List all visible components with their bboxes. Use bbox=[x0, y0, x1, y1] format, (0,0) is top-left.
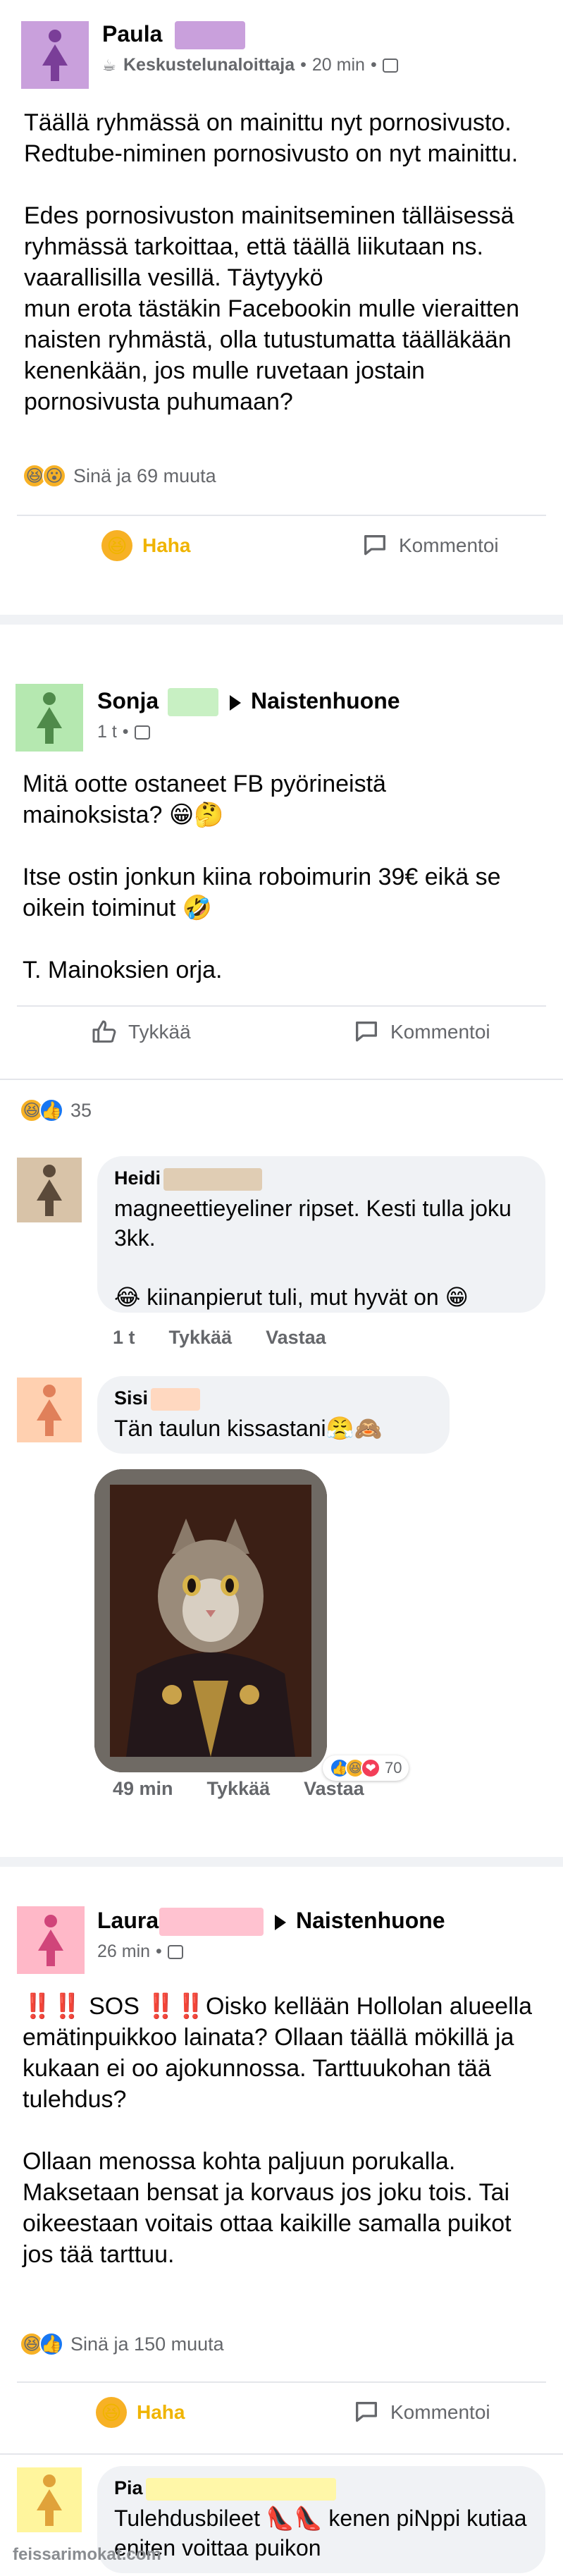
reaction-summary[interactable]: 😆 👍 Sinä ja 150 muuta bbox=[20, 2332, 224, 2356]
post-time[interactable]: 20 min bbox=[312, 55, 365, 75]
name-redaction bbox=[175, 21, 245, 49]
group-badge[interactable]: Keskustelunaloittaja bbox=[123, 55, 295, 75]
avatar[interactable] bbox=[17, 2467, 82, 2532]
comment-bubble[interactable]: Heidi magneettieyeliner ripset. Kesti tu… bbox=[97, 1156, 545, 1313]
reaction-count: 70 bbox=[385, 1759, 402, 1777]
cat-painting-image[interactable] bbox=[94, 1469, 327, 1772]
name-redaction bbox=[168, 688, 218, 716]
comment-text: magneettieyeliner ripset. Kesti tulla jo… bbox=[114, 1195, 512, 1310]
reaction-summary[interactable]: 😆 😮 Sinä ja 69 muuta bbox=[23, 464, 216, 488]
comment-time[interactable]: 49 min bbox=[113, 1778, 173, 1800]
divider bbox=[0, 2453, 563, 2455]
name-redaction bbox=[151, 1387, 201, 1411]
like-reaction-icon: 👍 bbox=[39, 1098, 63, 1122]
comment-reply-button[interactable]: Vastaa bbox=[304, 1778, 364, 1800]
post-text: ‼️‼️ SOS ‼️‼️Oisko kellään Hollolan alue… bbox=[23, 1993, 533, 2268]
author-name[interactable]: Paula bbox=[102, 21, 162, 47]
divider bbox=[17, 2381, 546, 2383]
reaction-summary[interactable]: 😆 👍 35 bbox=[20, 1098, 92, 1122]
reaction-text: Sinä ja 69 muuta bbox=[73, 465, 216, 486]
comment-author[interactable]: Sisi bbox=[114, 1387, 433, 1411]
group-privacy-icon bbox=[167, 1944, 183, 1959]
name-redaction bbox=[145, 2477, 336, 2501]
comment-bubble[interactable]: Sisi Tän taulun kissastani😤🙈 bbox=[97, 1376, 450, 1454]
avatar[interactable] bbox=[17, 1906, 85, 1974]
group-name[interactable]: Naistenhuone bbox=[262, 1908, 445, 1934]
comment-like-button[interactable]: Tykkää bbox=[169, 1327, 233, 1349]
like-button[interactable]: Tykkää bbox=[90, 1018, 191, 1046]
person-icon bbox=[37, 692, 62, 744]
wow-reaction-icon: 😮 bbox=[42, 464, 66, 488]
post-meta: ☕ Keskustelunaloittaja • 20 min • bbox=[102, 55, 398, 75]
avatar[interactable] bbox=[17, 1378, 82, 1442]
post-laura: Laura Naistenhuone 26 min • ‼️‼️ SOS ‼️‼… bbox=[0, 1867, 563, 2576]
post-paula: Paula ☕ Keskustelunaloittaja • 20 min • … bbox=[0, 0, 563, 585]
comment-button[interactable]: Kommentoi bbox=[352, 1018, 490, 1046]
avatar[interactable] bbox=[16, 684, 83, 752]
post-separator bbox=[0, 1857, 563, 1867]
post-meta: 26 min • bbox=[97, 1942, 183, 1962]
arrow-right-icon bbox=[275, 1914, 286, 1930]
comment-author[interactable]: Pia bbox=[114, 2477, 528, 2501]
post-text: Täällä ryhmässä on mainittu nyt pornosiv… bbox=[24, 109, 520, 415]
divider bbox=[17, 1005, 546, 1007]
person-icon bbox=[42, 30, 68, 81]
arrow-right-icon bbox=[230, 694, 241, 711]
reaction-text: Sinä ja 150 muuta bbox=[70, 2333, 224, 2355]
post-time[interactable]: 1 t bbox=[97, 722, 117, 742]
comment-text: Tulehdusbileet 👠👠 kenen piNppi kutiaa en… bbox=[114, 2505, 527, 2560]
person-icon bbox=[37, 1385, 62, 1436]
group-privacy-icon bbox=[134, 725, 150, 740]
haha-button[interactable]: 😆 Haha bbox=[96, 2397, 185, 2428]
post-meta: 1 t • bbox=[97, 722, 150, 742]
divider bbox=[17, 515, 546, 516]
comment-icon bbox=[356, 2402, 377, 2422]
comment-author[interactable]: Heidi bbox=[114, 1167, 528, 1191]
avatar[interactable] bbox=[17, 1158, 82, 1222]
comment-meta: 1 t Tykkää Vastaa bbox=[113, 1327, 326, 1349]
cat-portrait-icon bbox=[94, 1469, 327, 1772]
divider bbox=[0, 1079, 563, 1080]
reaction-count: 35 bbox=[70, 1099, 92, 1121]
group-name[interactable]: Naistenhuone bbox=[217, 688, 400, 714]
comment-reactions[interactable]: 👍 😆 ❤ 70 bbox=[323, 1755, 409, 1781]
post-sonja: Sonja Naistenhuone 1 t • Mitä ootte osta… bbox=[0, 666, 563, 1825]
person-icon bbox=[37, 1165, 62, 1216]
thumbs-up-icon bbox=[92, 1020, 116, 1043]
comment-bubble[interactable]: Pia Tulehdusbileet 👠👠 kenen piNppi kutia… bbox=[97, 2466, 545, 2573]
name-redaction bbox=[163, 1167, 263, 1191]
comment-meta: 49 min Tykkää Vastaa bbox=[113, 1778, 364, 1800]
haha-button[interactable]: 😆 Haha bbox=[101, 530, 190, 561]
comment-reply-button[interactable]: Vastaa bbox=[266, 1327, 326, 1349]
haha-icon: 😆 bbox=[101, 530, 132, 561]
comment-icon bbox=[356, 1022, 377, 1042]
post-separator bbox=[0, 615, 563, 625]
person-icon bbox=[38, 1915, 63, 1966]
comment-button[interactable]: Kommentoi bbox=[361, 532, 499, 560]
haha-icon: 😆 bbox=[96, 2397, 127, 2428]
comment-time[interactable]: 1 t bbox=[113, 1327, 135, 1349]
watermark: feissarimokat.com bbox=[13, 2545, 161, 2564]
author-name[interactable]: Sonja bbox=[97, 688, 159, 714]
group-privacy-icon bbox=[382, 58, 398, 73]
avatar[interactable] bbox=[21, 21, 89, 89]
comment-button[interactable]: Kommentoi bbox=[352, 2398, 490, 2427]
comment-text: Tän taulun kissastani😤🙈 bbox=[114, 1415, 383, 1441]
name-redaction bbox=[159, 1908, 264, 1936]
comment-icon bbox=[364, 535, 385, 556]
love-reaction-icon: ❤ bbox=[361, 1758, 381, 1778]
comment-like-button[interactable]: Tykkää bbox=[207, 1778, 271, 1800]
like-reaction-icon: 👍 bbox=[39, 2332, 63, 2356]
post-text: Mitä ootte ostaneet FB pyörineistä maino… bbox=[23, 771, 501, 983]
post-time[interactable]: 26 min bbox=[97, 1942, 150, 1962]
author-name[interactable]: Laura bbox=[97, 1908, 159, 1934]
coffee-icon: ☕ bbox=[102, 56, 116, 74]
person-icon bbox=[37, 2474, 62, 2526]
